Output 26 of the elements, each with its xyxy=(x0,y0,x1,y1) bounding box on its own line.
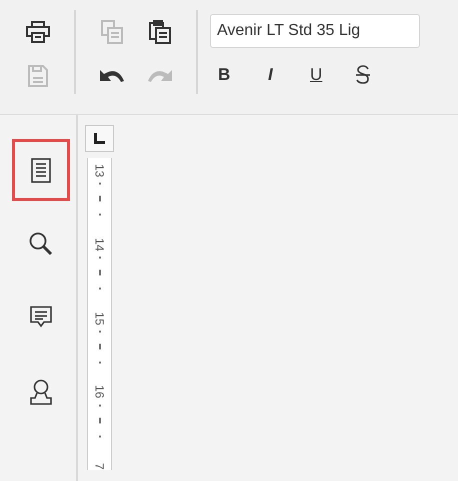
paste-icon xyxy=(149,20,171,44)
strikethrough-icon xyxy=(356,64,370,85)
document-icon xyxy=(31,158,51,182)
font-field[interactable]: Avenir LT Std 35 Lig xyxy=(210,14,420,48)
underline-button[interactable]: U xyxy=(310,62,356,88)
redo-icon xyxy=(147,69,173,83)
ruler-number: 15 xyxy=(94,312,106,326)
undo-icon xyxy=(99,69,125,83)
person-icon xyxy=(29,379,53,405)
ruler-number: 7 xyxy=(94,463,106,470)
paste-button[interactable] xyxy=(149,20,171,44)
ruler-number: 14 xyxy=(94,238,106,252)
italic-button[interactable]: I xyxy=(264,62,310,88)
search-icon xyxy=(29,232,53,256)
print-button[interactable] xyxy=(26,21,50,43)
ruler-corner-button[interactable] xyxy=(85,125,114,152)
print-icon xyxy=(26,21,50,43)
comment-icon xyxy=(30,306,52,330)
bold-button[interactable]: B xyxy=(218,62,264,88)
tab-stop-icon xyxy=(94,133,105,144)
document-tab[interactable] xyxy=(12,139,70,201)
ruler-number: 16 xyxy=(94,385,106,399)
copy-icon xyxy=(101,20,123,44)
undo-button[interactable] xyxy=(99,69,125,83)
ruler-number: 13 xyxy=(94,164,106,178)
save-icon xyxy=(28,65,48,87)
